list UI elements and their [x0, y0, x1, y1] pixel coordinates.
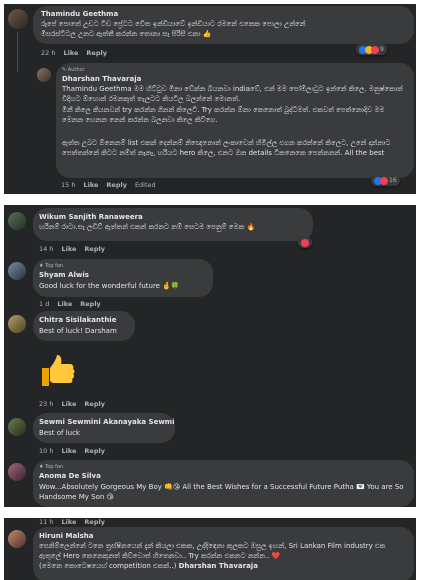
comment-author[interactable]: Wikum Sanjith Ranaweera [39, 213, 143, 221]
comment-time: 15 h [61, 181, 76, 189]
comment-text: මිනී කිලෙ කියනවන් try කරන්න ගිනන් කිලෙටි… [62, 106, 385, 124]
like-button[interactable]: Like [61, 400, 76, 408]
avatar[interactable] [8, 315, 26, 333]
like-button[interactable]: Like [61, 245, 76, 253]
comment-time: 10 h [39, 447, 54, 455]
reply-button[interactable]: Reply [80, 300, 101, 308]
avatar[interactable] [8, 418, 26, 436]
love-reaction-icon [371, 45, 379, 54]
like-button[interactable]: Like [61, 447, 76, 455]
reaction-count[interactable] [298, 237, 312, 248]
comment-text: Thamindu Geethma මම හිට්ටුව මිනා වේන්න බ… [62, 85, 403, 103]
avatar[interactable] [8, 262, 26, 280]
reaction-count[interactable]: 9 [356, 44, 387, 55]
comment-text: රූපේ පොතේ උඩට ටිඩ ප්‍රේටට වෙිත ඉන්ඩියාවේ… [41, 20, 306, 38]
comment-text: Wow...Absolutely Gorgeous My Boy 👊😘 All … [39, 483, 404, 501]
avatar[interactable] [8, 9, 28, 29]
comment-author[interactable]: Shyam Alwis [39, 271, 89, 279]
like-button[interactable]: Like [83, 181, 98, 189]
reply-button[interactable]: Reply [106, 181, 127, 189]
comment-text: Best of luck! Darsham [39, 327, 117, 335]
avatar[interactable] [8, 463, 26, 481]
comment-panel-3: 11 h Like Reply Hiruni Malsha සෙනිම්ලෙන්නේ… [4, 518, 416, 580]
comment-time: 22 h [41, 49, 56, 57]
comment-meta: 23 h Like Reply [39, 400, 105, 408]
author-badge: ✎ Author [62, 67, 85, 73]
reaction-total: 9 [380, 46, 384, 53]
comment-time: 11 h [39, 518, 54, 526]
comment-time: 14 h [39, 245, 54, 253]
love-reaction-icon [380, 176, 388, 185]
thread-line [17, 32, 18, 72]
comment-text: Best of luck [39, 429, 80, 437]
comment-meta: 1 d Like Reply [39, 300, 101, 308]
reaction-count[interactable]: 16 [371, 175, 400, 186]
comment-time: 23 h [39, 400, 54, 408]
comment-text: හරිනම් රාටා.සෑ ලඩිට් ඇත්තන් එකන් කරනට නම… [39, 223, 256, 231]
reply-button[interactable]: Reply [86, 49, 107, 57]
comment-author[interactable]: Thamindu Geethma [41, 10, 118, 18]
top-fan-badge: ♦ Top fan [39, 464, 64, 470]
reply-button[interactable]: Reply [84, 400, 105, 408]
comment-text: Good luck for the wonderful future 🤞🍀 [39, 282, 180, 290]
comment-meta: 15 h Like Reply Edited [61, 181, 156, 189]
comment-author[interactable]: Sewmi Sewmini Akanayaka Sewmi [39, 418, 175, 426]
avatar[interactable] [8, 212, 26, 230]
like-button[interactable]: Like [63, 49, 78, 57]
comment-meta: 22 h Like Reply [41, 49, 107, 57]
edited-label: Edited [134, 181, 156, 189]
top-fan-badge: ♦ Top fan [39, 263, 64, 269]
comment-author[interactable]: Anoma De Silva [39, 472, 101, 480]
comment-panel-2: Wikum Sanjith Ranaweera හරිනම් රාටා.සෑ ල… [4, 205, 416, 507]
comment-meta: 10 h Like Reply [39, 447, 105, 455]
reply-button[interactable]: Reply [84, 518, 105, 526]
like-button[interactable]: Like [61, 518, 76, 526]
comment-text: සෙනිම්ලෙන්නේ ටනෙ ත්‍රස්ෂිනයෙන් දැන් කියල… [39, 542, 386, 560]
comment-text-part: (මෙනෙ කොටෙෂයෙහ් competition එකක්..) [39, 562, 177, 570]
comment-author[interactable]: Dharshan Thavaraja [62, 75, 141, 83]
love-reaction-icon [301, 238, 309, 247]
comment-panel-1: Thamindu Geethma රූපේ පොතේ උඩට ටිඩ ප්‍රේ… [4, 4, 416, 194]
comment-meta: 11 h Like Reply [39, 518, 105, 526]
like-button[interactable]: Like [57, 300, 72, 308]
comment-text: ඇත්ත උබට ඕනෙනම් list එකන් දෙන්නම් නිඥෙනො… [62, 139, 391, 157]
reply-button[interactable]: Reply [84, 447, 105, 455]
comment-author[interactable]: Hiruni Malsha [39, 532, 93, 540]
comment-time: 1 d [39, 300, 50, 308]
thumbs-up-sticker [36, 350, 76, 390]
comment-text: (මෙනෙ කොටෙෂයෙහ් competition එකක්..) Dhar… [39, 561, 409, 571]
comment-author[interactable]: Chitra Sisilakanthie [39, 316, 116, 324]
reaction-total: 16 [389, 177, 397, 184]
mention-link[interactable]: Dharshan Thavaraja [179, 562, 258, 570]
avatar[interactable] [8, 530, 26, 548]
comment-meta: 14 h Like Reply [39, 245, 105, 253]
reply-button[interactable]: Reply [84, 245, 105, 253]
avatar[interactable] [37, 68, 51, 82]
